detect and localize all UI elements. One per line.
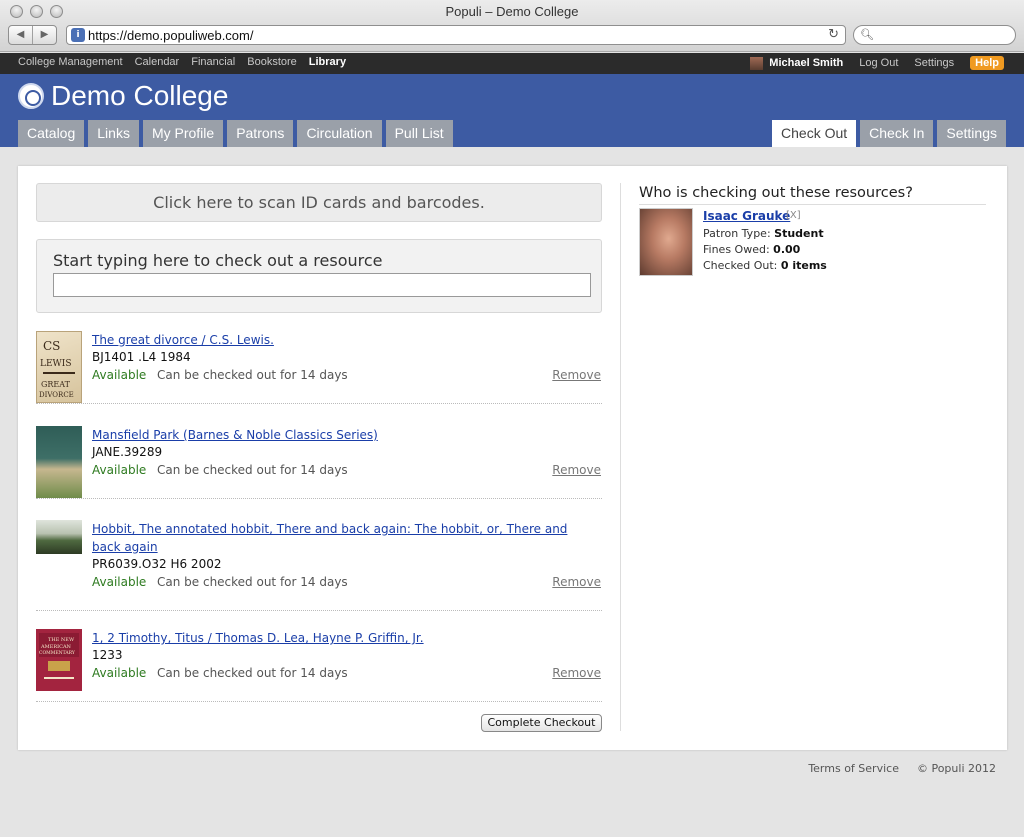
list-item: Mansfield Park (Barnes & Noble Classics …	[36, 426, 602, 499]
url-text: https://demo.populiweb.com/	[88, 28, 254, 43]
history-nav: ◀ ▶	[8, 25, 57, 45]
resource-title-link[interactable]: Hobbit, The annotated hobbit, There and …	[92, 520, 592, 556]
resource-call-number: 1233	[92, 648, 123, 662]
resource-search-label: Start typing here to check out a resourc…	[53, 251, 383, 270]
address-bar[interactable]: i https://demo.populiweb.com/ ↻	[66, 25, 846, 45]
remove-link[interactable]: Remove	[552, 463, 601, 477]
college-seal-icon	[18, 83, 44, 109]
patron-checked-out: Checked Out: 0 items	[703, 259, 827, 272]
svg-text:DIVORCE: DIVORCE	[39, 391, 74, 399]
copyright-text: © Populi 2012	[916, 762, 996, 775]
resource-status: Available	[92, 575, 147, 589]
search-icon: 🔍︎	[860, 28, 874, 41]
user-avatar	[750, 56, 764, 70]
patron-type-label: Patron Type:	[703, 227, 771, 240]
list-item: Hobbit, The annotated hobbit, There and …	[36, 520, 602, 611]
tab-catalog[interactable]: Catalog	[18, 120, 85, 147]
top-nav-bar: College Management Calendar Financial Bo…	[0, 53, 1024, 74]
svg-text:AMERICAN: AMERICAN	[40, 644, 72, 650]
tab-check-in[interactable]: Check In	[860, 120, 934, 147]
patron-photo	[639, 208, 693, 276]
tab-my-profile[interactable]: My Profile	[142, 120, 224, 147]
user-name-link[interactable]: Michael Smith	[769, 57, 843, 69]
svg-text:CS: CS	[43, 339, 60, 353]
module-nav: College Management Calendar Financial Bo…	[18, 56, 346, 68]
svg-text:THE NEW: THE NEW	[48, 637, 75, 643]
scan-id-button[interactable]: Click here to scan ID cards and barcodes…	[36, 183, 602, 222]
patron-checked-label: Checked Out:	[703, 259, 778, 272]
book-cover-image	[36, 520, 82, 554]
resource-loan-period: Can be checked out for 14 days	[157, 368, 348, 382]
resource-title-link[interactable]: The great divorce / C.S. Lewis.	[92, 331, 592, 349]
resource-call-number: BJ1401 .L4 1984	[92, 350, 191, 364]
resource-search-box: Start typing here to check out a resourc…	[36, 239, 602, 313]
settings-link[interactable]: Settings	[914, 57, 954, 69]
complete-checkout-button[interactable]: Complete Checkout	[481, 714, 602, 732]
terms-link[interactable]: Terms of Service	[808, 762, 899, 775]
resource-status: Available	[92, 463, 147, 477]
nav-college-management[interactable]: College Management	[18, 56, 123, 68]
library-tabs: Catalog Links My Profile Patrons Circula…	[18, 120, 453, 147]
svg-text:GREAT: GREAT	[41, 380, 71, 389]
resource-search-input[interactable]	[53, 273, 591, 297]
svg-text:COMMENTARY: COMMENTARY	[39, 650, 76, 656]
forward-icon[interactable]: ▶	[33, 26, 56, 44]
nav-calendar[interactable]: Calendar	[135, 56, 180, 68]
patron-type-value: Student	[774, 227, 824, 240]
tab-links[interactable]: Links	[88, 120, 139, 147]
nav-bookstore[interactable]: Bookstore	[247, 56, 297, 68]
resource-call-number: PR6039.O32 H6 2002	[92, 557, 222, 571]
patron-fines: Fines Owed: 0.00	[703, 243, 800, 256]
svg-text:LEWIS: LEWIS	[40, 359, 72, 369]
patron-fines-value: 0.00	[773, 243, 801, 256]
book-cover-image	[36, 426, 82, 498]
patron-checked-value: 0 items	[780, 259, 827, 272]
nav-library[interactable]: Library	[309, 56, 346, 68]
college-name: Demo College	[51, 80, 229, 111]
user-area: Michael Smith Log Out Settings Help	[750, 56, 1004, 70]
resource-loan-period: Can be checked out for 14 days	[157, 463, 348, 477]
remove-link[interactable]: Remove	[552, 368, 601, 382]
tab-settings[interactable]: Settings	[937, 120, 1006, 147]
reload-icon[interactable]: ↻	[828, 27, 839, 42]
remove-patron-button[interactable]: [X]	[786, 210, 801, 221]
column-divider	[620, 183, 621, 731]
list-item: CS LEWIS GREAT DIVORCE The great divorce / …	[36, 331, 602, 404]
resource-title-link[interactable]: Mansfield Park (Barnes & Noble Classics …	[92, 426, 592, 444]
nav-financial[interactable]: Financial	[191, 56, 235, 68]
app-header: Demo College Catalog Links My Profile Pa…	[0, 74, 1024, 147]
help-button[interactable]: Help	[970, 56, 1004, 70]
book-cover-image: CS LEWIS GREAT DIVORCE	[36, 331, 82, 403]
tab-check-out[interactable]: Check Out	[772, 120, 857, 147]
footer: Terms of Service © Populi 2012	[808, 762, 996, 775]
patron-fines-label: Fines Owed:	[703, 243, 770, 256]
tab-pull-list[interactable]: Pull List	[385, 120, 453, 147]
resource-status: Available	[92, 666, 147, 680]
window-titlebar: Populi – Demo College ◀ ▶ i https://demo…	[0, 0, 1024, 52]
patron-name-link[interactable]: Isaac Grauke	[703, 209, 790, 223]
circulation-tabs: Check Out Check In Settings	[772, 120, 1006, 147]
patron-heading: Who is checking out these resources?	[639, 185, 986, 205]
resource-title-link[interactable]: 1, 2 Timothy, Titus / Thomas D. Lea, Hay…	[92, 629, 592, 647]
checkout-panel: Click here to scan ID cards and barcodes…	[18, 166, 1007, 750]
resource-call-number: JANE.39289	[92, 445, 163, 459]
back-icon[interactable]: ◀	[9, 26, 33, 44]
site-icon: i	[71, 28, 85, 42]
resource-loan-period: Can be checked out for 14 days	[157, 575, 348, 589]
tab-patrons[interactable]: Patrons	[227, 120, 294, 147]
remove-link[interactable]: Remove	[552, 666, 601, 680]
remove-link[interactable]: Remove	[552, 575, 601, 589]
tab-circulation[interactable]: Circulation	[297, 120, 382, 147]
browser-search-input[interactable]: 🔍︎	[853, 25, 1016, 45]
logout-link[interactable]: Log Out	[859, 57, 898, 69]
window-title: Populi – Demo College	[445, 4, 579, 19]
list-item: THE NEW AMERICAN COMMENTARY 1, 2 Timothy, …	[36, 629, 602, 702]
resource-status: Available	[92, 368, 147, 382]
resource-loan-period: Can be checked out for 14 days	[157, 666, 348, 680]
book-cover-image: THE NEW AMERICAN COMMENTARY	[36, 629, 82, 691]
patron-type: Patron Type: Student	[703, 227, 824, 240]
